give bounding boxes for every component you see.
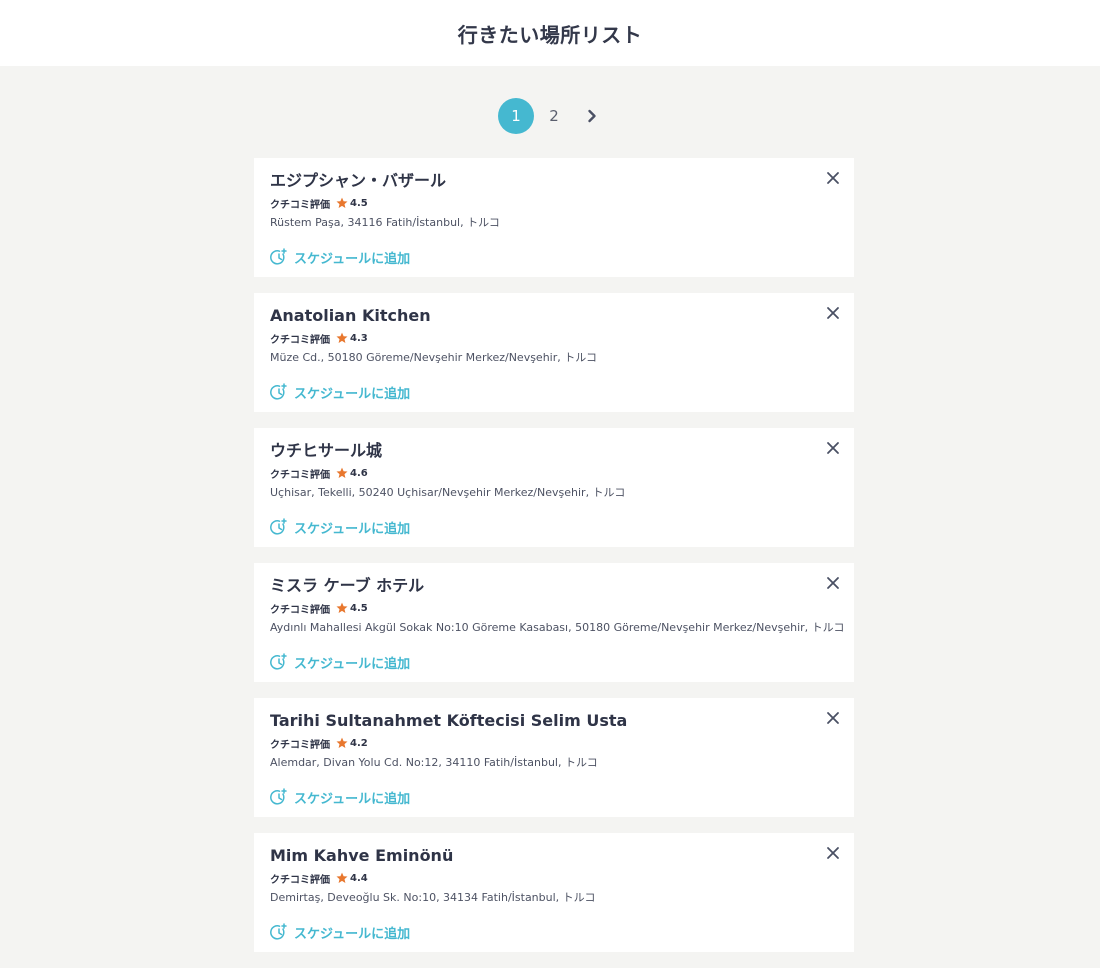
place-name[interactable]: ミスラ ケーブ ホテル bbox=[270, 576, 838, 596]
rating-label: クチコミ評価 bbox=[270, 739, 330, 751]
rating-value: 4.4 bbox=[350, 872, 368, 884]
star-icon bbox=[336, 197, 348, 208]
add-to-schedule-label: スケジュールに追加 bbox=[294, 521, 411, 537]
star-icon bbox=[336, 602, 348, 613]
rating-row: クチコミ評価 4.5 bbox=[270, 195, 838, 211]
star-icon bbox=[336, 737, 348, 748]
rating-label: クチコミ評価 bbox=[270, 604, 330, 616]
place-address: Demirtaş, Deveoğlu Sk. No:10, 34134 Fati… bbox=[270, 891, 596, 904]
remove-close-icon[interactable] bbox=[824, 304, 842, 322]
app-header: 行きたい場所リスト bbox=[0, 0, 1100, 66]
rating-value: 4.5 bbox=[350, 602, 368, 614]
clock-add-icon bbox=[270, 923, 287, 940]
place-address: Aydınlı Mahallesi Akgül Sokak No:10 Göre… bbox=[270, 621, 845, 634]
place-name[interactable]: ウチヒサール城 bbox=[270, 441, 838, 461]
rating-row: クチコミ評価 4.4 bbox=[270, 870, 838, 886]
remove-close-icon[interactable] bbox=[824, 574, 842, 592]
place-address: Rüstem Paşa, 34116 Fatih/İstanbul, トルコ bbox=[270, 216, 500, 229]
add-to-schedule-label: スケジュールに追加 bbox=[294, 386, 411, 402]
add-to-schedule-button[interactable]: スケジュールに追加 bbox=[270, 382, 838, 402]
rating-row: クチコミ評価 4.2 bbox=[270, 735, 838, 751]
place-card: ミスラ ケーブ ホテル クチコミ評価 4.5 Aydınlı Mahallesi… bbox=[254, 563, 854, 682]
place-card: ウチヒサール城 クチコミ評価 4.6 Uçhisar, Tekelli, 502… bbox=[254, 428, 854, 547]
place-address: Uçhisar, Tekelli, 50240 Uçhisar/Nevşehir… bbox=[270, 486, 626, 499]
clock-add-icon bbox=[270, 788, 287, 805]
place-name[interactable]: エジプシャン・バザール bbox=[270, 171, 838, 191]
rating-row: クチコミ評価 4.6 bbox=[270, 465, 838, 481]
rating-label: クチコミ評価 bbox=[270, 874, 330, 886]
remove-close-icon[interactable] bbox=[824, 709, 842, 727]
remove-close-icon[interactable] bbox=[824, 169, 842, 187]
add-to-schedule-label: スケジュールに追加 bbox=[294, 251, 411, 267]
page-title: 行きたい場所リスト bbox=[457, 22, 643, 47]
star-icon bbox=[336, 872, 348, 883]
place-card: エジプシャン・バザール クチコミ評価 4.5 Rüstem Paşa, 3411… bbox=[254, 158, 854, 277]
rating-label: クチコミ評価 bbox=[270, 334, 330, 346]
place-card: Anatolian Kitchen クチコミ評価 4.3 Müze Cd., 5… bbox=[254, 293, 854, 412]
clock-add-icon bbox=[270, 248, 287, 265]
clock-add-icon bbox=[270, 518, 287, 535]
clock-add-icon bbox=[270, 653, 287, 670]
rating-value: 4.6 bbox=[350, 467, 368, 479]
chevron-right-icon bbox=[588, 109, 596, 123]
remove-close-icon[interactable] bbox=[824, 844, 842, 862]
add-to-schedule-button[interactable]: スケジュールに追加 bbox=[270, 922, 838, 942]
add-to-schedule-button[interactable]: スケジュールに追加 bbox=[270, 652, 838, 672]
rating-value: 4.5 bbox=[350, 197, 368, 209]
page-button-1[interactable]: 1 bbox=[498, 98, 534, 134]
place-name[interactable]: Mim Kahve Eminönü bbox=[270, 846, 838, 866]
wishlist: エジプシャン・バザール クチコミ評価 4.5 Rüstem Paşa, 3411… bbox=[254, 158, 854, 968]
place-card: Tarihi Sultanahmet Köftecisi Selim Usta … bbox=[254, 698, 854, 817]
place-name[interactable]: Anatolian Kitchen bbox=[270, 306, 838, 326]
remove-close-icon[interactable] bbox=[824, 439, 842, 457]
place-card: Mim Kahve Eminönü クチコミ評価 4.4 Demirtaş, D… bbox=[254, 833, 854, 952]
rating-row: クチコミ評価 4.3 bbox=[270, 330, 838, 346]
rating-label: クチコミ評価 bbox=[270, 469, 330, 481]
rating-value: 4.2 bbox=[350, 737, 368, 749]
star-icon bbox=[336, 467, 348, 478]
page-button-2[interactable]: 2 bbox=[536, 98, 572, 134]
add-to-schedule-button[interactable]: スケジュールに追加 bbox=[270, 787, 838, 807]
star-icon bbox=[336, 332, 348, 343]
place-address: Alemdar, Divan Yolu Cd. No:12, 34110 Fat… bbox=[270, 756, 598, 769]
add-to-schedule-label: スケジュールに追加 bbox=[294, 656, 411, 672]
pagination: 1 2 bbox=[0, 98, 1100, 134]
place-address: Müze Cd., 50180 Göreme/Nevşehir Merkez/N… bbox=[270, 351, 598, 364]
clock-add-icon bbox=[270, 383, 287, 400]
rating-label: クチコミ評価 bbox=[270, 199, 330, 211]
rating-value: 4.3 bbox=[350, 332, 368, 344]
place-name[interactable]: Tarihi Sultanahmet Köftecisi Selim Usta bbox=[270, 711, 838, 731]
add-to-schedule-button[interactable]: スケジュールに追加 bbox=[270, 247, 838, 267]
rating-row: クチコミ評価 4.5 bbox=[270, 600, 838, 616]
next-page-button[interactable] bbox=[574, 98, 610, 134]
add-to-schedule-label: スケジュールに追加 bbox=[294, 791, 411, 807]
add-to-schedule-label: スケジュールに追加 bbox=[294, 926, 411, 942]
add-to-schedule-button[interactable]: スケジュールに追加 bbox=[270, 517, 838, 537]
